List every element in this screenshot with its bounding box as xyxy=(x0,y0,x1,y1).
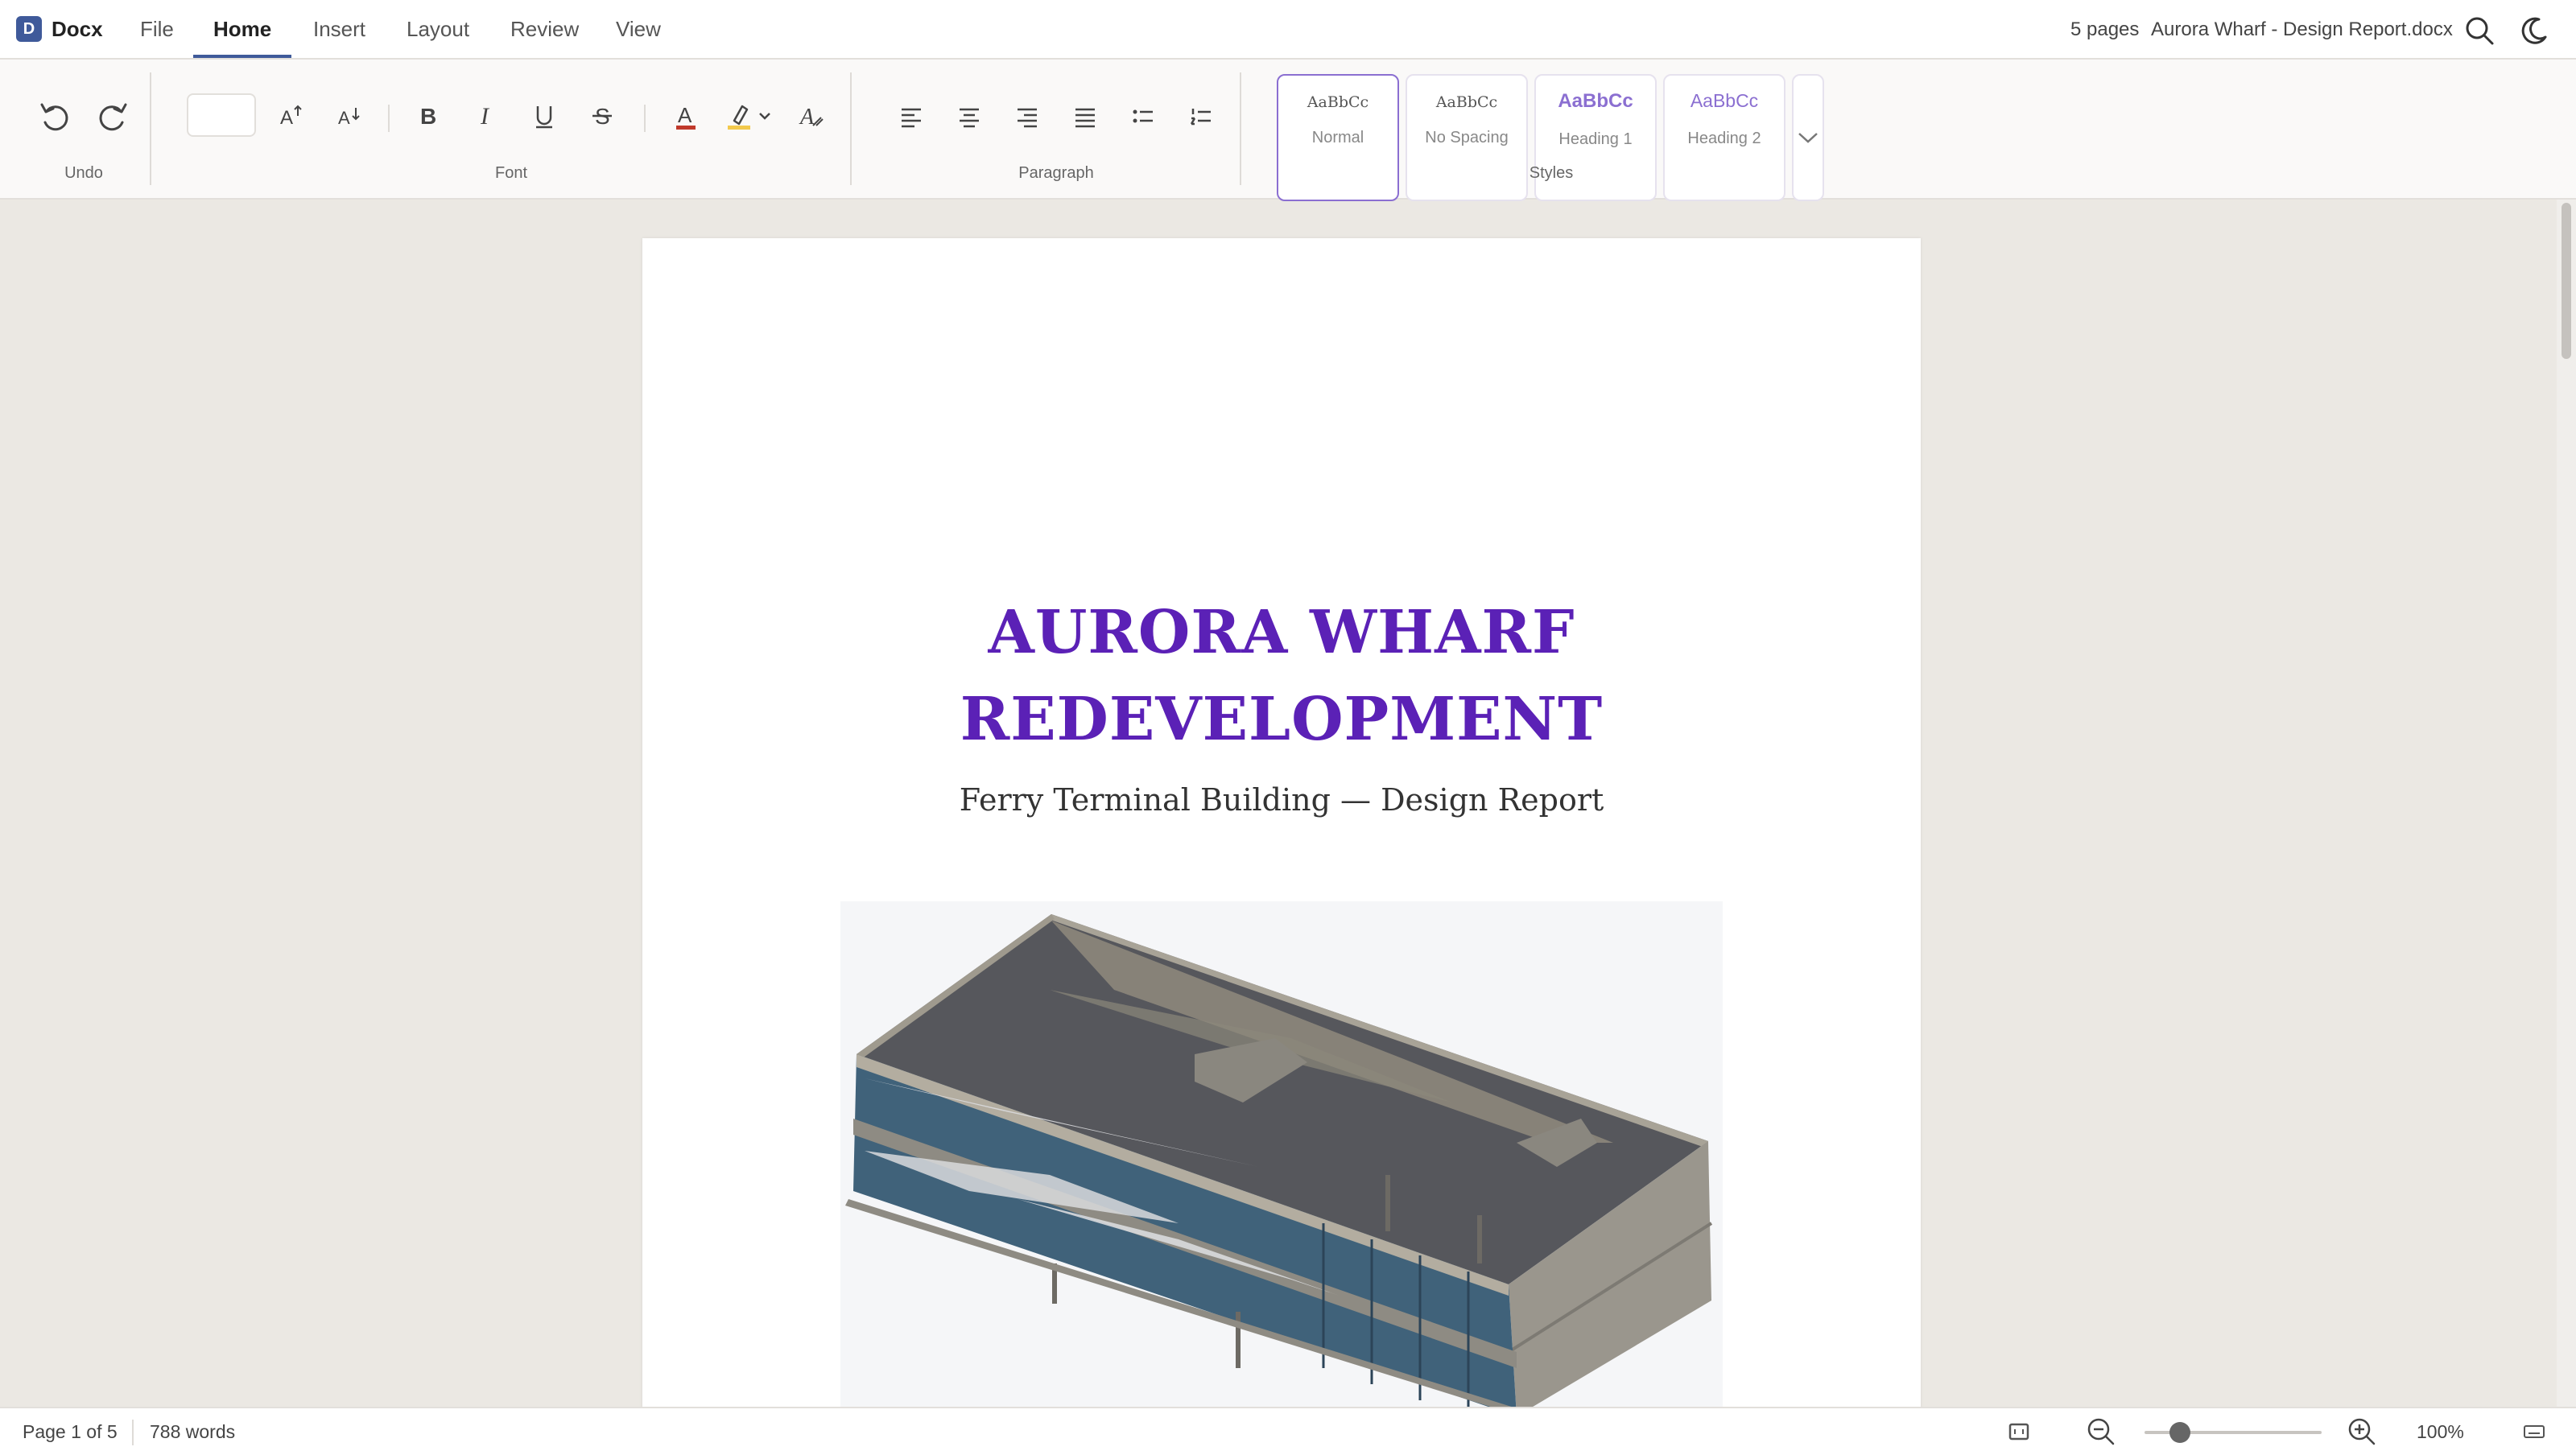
style-name: Heading 1 xyxy=(1558,130,1633,148)
group-separator xyxy=(150,72,151,185)
app-name: Docx xyxy=(52,17,103,41)
page-count: 5 pages xyxy=(2070,19,2140,40)
group-separator xyxy=(850,72,852,185)
shrink-font-icon[interactable]: A xyxy=(325,92,374,140)
svg-text:B: B xyxy=(420,104,436,129)
undo-icon[interactable] xyxy=(31,92,79,140)
style-no-spacing[interactable]: AaBbCc No Spacing xyxy=(1406,74,1528,201)
bullet-list-icon[interactable] xyxy=(1119,92,1167,140)
menu-file[interactable]: File xyxy=(140,0,174,60)
zoom-out-icon[interactable] xyxy=(2077,1408,2125,1455)
title-line-1: AURORA WHARF xyxy=(988,598,1575,667)
menu-insert[interactable]: Insert xyxy=(313,0,365,60)
title-bar: D Docx File Home Insert Layout Review Vi… xyxy=(0,0,2576,60)
italic-icon[interactable]: I xyxy=(462,92,510,140)
redo-icon[interactable] xyxy=(89,92,137,140)
ribbon: Undo A A B I S A A Font Paragraph AaBbCc… xyxy=(0,60,2576,201)
menu-home[interactable]: Home xyxy=(213,0,271,60)
menu-view[interactable]: View xyxy=(616,0,661,60)
fit-page-icon[interactable] xyxy=(1995,1408,2043,1455)
document-title[interactable]: AURORA WHARF REDEVELOPMENT xyxy=(642,589,1921,763)
style-normal[interactable]: AaBbCc Normal xyxy=(1277,74,1399,201)
word-count[interactable]: 788 words xyxy=(150,1408,235,1455)
svg-text:I: I xyxy=(480,103,490,130)
menu-layout[interactable]: Layout xyxy=(407,0,469,60)
svg-text:A: A xyxy=(338,108,350,128)
document-page[interactable]: AURORA WHARF REDEVELOPMENT Ferry Termina… xyxy=(642,238,1921,1413)
styles-more-chevron-icon[interactable] xyxy=(1792,74,1824,201)
status-bar: Page 1 of 5 788 words 100% xyxy=(0,1407,2576,1455)
search-icon[interactable] xyxy=(2455,6,2504,55)
group-separator xyxy=(1240,72,1241,185)
style-sample: AaBbCc xyxy=(1558,90,1633,112)
svg-text:A: A xyxy=(280,107,293,129)
bold-icon[interactable]: B xyxy=(404,92,452,140)
group-label-paragraph: Paragraph xyxy=(1018,164,1094,182)
underline-icon[interactable] xyxy=(520,92,568,140)
title-line-2: REDEVELOPMENT xyxy=(960,685,1604,754)
dark-mode-icon[interactable] xyxy=(2510,6,2558,55)
style-sample: AaBbCc xyxy=(1307,93,1369,111)
align-right-icon[interactable] xyxy=(1003,92,1051,140)
active-menu-indicator xyxy=(193,55,291,58)
vertical-scrollbar[interactable] xyxy=(2557,200,2576,1407)
style-sample: AaBbCc xyxy=(1690,90,1759,111)
style-sample: AaBbCc xyxy=(1435,93,1498,111)
strikethrough-icon[interactable]: S xyxy=(578,92,626,140)
group-label-font: Font xyxy=(494,164,528,182)
svg-text:A: A xyxy=(799,105,815,130)
app-logo: D xyxy=(16,16,42,42)
zoom-slider-handle[interactable] xyxy=(2169,1422,2190,1443)
clear-formatting-icon[interactable]: A xyxy=(787,92,836,140)
highlight-dropdown-chevron-icon[interactable] xyxy=(742,92,787,140)
numbered-list-icon[interactable] xyxy=(1177,92,1225,140)
font-size-field[interactable] xyxy=(187,93,256,137)
group-label-undo: Undo xyxy=(64,164,103,182)
keyboard-icon[interactable] xyxy=(2510,1408,2558,1455)
svg-text:A: A xyxy=(678,103,692,127)
document-filename: Aurora Wharf - Design Report.docx xyxy=(2151,19,2453,40)
menu-review[interactable]: Review xyxy=(510,0,579,60)
align-left-icon[interactable] xyxy=(887,92,935,140)
page-indicator: Page 1 of 5 xyxy=(23,1421,118,1442)
zoom-level[interactable]: 100% xyxy=(2417,1408,2464,1455)
zoom-in-icon[interactable] xyxy=(2338,1408,2386,1455)
scrollbar-thumb[interactable] xyxy=(2562,203,2571,359)
separator xyxy=(388,105,390,132)
justify-icon[interactable] xyxy=(1061,92,1109,140)
style-name: No Spacing xyxy=(1425,129,1509,146)
style-name: Heading 2 xyxy=(1687,130,1761,147)
style-name: Normal xyxy=(1311,129,1364,146)
grow-font-icon[interactable]: A xyxy=(267,92,316,140)
align-center-icon[interactable] xyxy=(945,92,993,140)
separator xyxy=(132,1420,134,1445)
separator xyxy=(644,105,646,132)
font-color-icon[interactable]: A xyxy=(662,92,710,140)
style-heading-2[interactable]: AaBbCc Heading 2 xyxy=(1663,74,1785,201)
group-label-styles: Styles xyxy=(1529,164,1574,182)
document-subtitle[interactable]: Ferry Terminal Building — Design Report xyxy=(642,782,1921,818)
building-render-image[interactable] xyxy=(840,901,1723,1413)
